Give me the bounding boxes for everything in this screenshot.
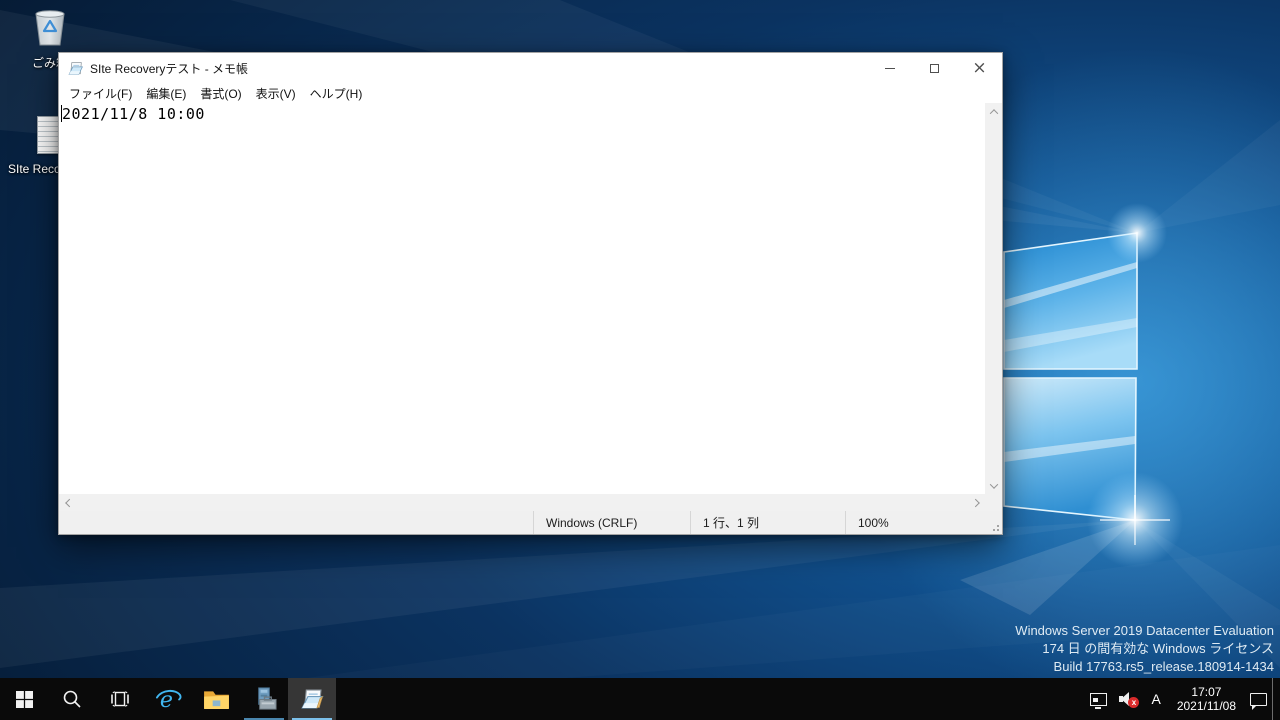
document-text: 2021/11/8 10:00 [62,105,205,123]
task-view-button[interactable] [96,678,144,720]
chevron-left-icon [64,498,74,507]
watermark-line-1: Windows Server 2019 Datacenter Evaluatio… [1015,623,1274,638]
close-icon: × [972,57,987,78]
mute-badge: x [1128,697,1140,708]
chevron-up-icon [989,108,998,118]
search-icon [63,690,81,708]
scroll-up-button[interactable] [985,103,1002,120]
title-bar[interactable]: SIte Recoveryテスト - メモ帳 × [59,53,1002,83]
minimize-icon [884,67,895,69]
vertical-scrollbar[interactable] [985,103,1002,494]
server-manager-button[interactable] [240,678,288,720]
resize-grip[interactable] [997,529,999,531]
scroll-left-button[interactable] [59,494,76,511]
status-spacer [59,511,533,534]
watermark-line-3: Build 17763.rs5_release.180914-1434 [1053,659,1274,674]
file-explorer-button[interactable] [192,678,240,720]
notepad-text-area[interactable]: 2021/11/8 10:00 [59,103,985,494]
start-button[interactable] [0,678,48,720]
action-center-icon [1250,692,1267,710]
scroll-right-button[interactable] [968,494,985,511]
close-button[interactable]: × [957,53,1002,83]
status-cursor-position: 1 行、1 列 [690,511,845,534]
network-icon [1090,692,1108,709]
notepad-window: SIte Recoveryテスト - メモ帳 × ファイル(F) 編集(E) 書… [58,52,1003,535]
clock-time: 17:07 [1191,685,1222,699]
menu-format[interactable]: 書式(O) [193,83,248,104]
desktop-watermark: Windows Server 2019 Datacenter Evaluatio… [1015,622,1274,676]
internet-explorer-icon: e [155,687,182,713]
clock-date: 2021/11/08 [1176,699,1236,713]
action-center-button[interactable] [1245,678,1272,720]
status-line-ending: Windows (CRLF) [533,511,690,534]
recycle-bin-icon [35,10,65,46]
notepad-icon [68,61,84,75]
status-bar: Windows (CRLF) 1 行、1 列 100% [59,511,1002,534]
status-zoom-level: 100% [845,511,1002,534]
internet-explorer-button[interactable]: e [144,678,192,720]
network-tray-button[interactable] [1085,678,1112,720]
chevron-down-icon [989,479,998,489]
menu-bar: ファイル(F) 編集(E) 書式(O) 表示(V) ヘルプ(H) [59,83,1002,103]
taskbar: e x A 17:07 2021/11/08 [0,678,1280,720]
file-explorer-icon [203,690,229,709]
ime-indicator[interactable]: A [1144,678,1167,720]
menu-view[interactable]: 表示(V) [249,83,303,104]
maximize-button[interactable] [912,53,957,83]
maximize-icon [930,63,939,73]
window-title: SIte Recoveryテスト - メモ帳 [90,61,249,76]
scroll-down-button[interactable] [985,477,1002,494]
text-file-icon [37,116,59,154]
volume-muted-icon: x [1117,691,1140,708]
show-desktop-button[interactable] [1272,678,1280,720]
scrollbar-corner [985,494,1002,511]
notepad-icon [301,689,324,709]
taskbar-clock[interactable]: 17:07 2021/11/08 [1168,678,1245,720]
task-view-icon [111,691,129,707]
watermark-line-2: 174 日 の間有効な Windows ライセンス [1042,641,1274,656]
server-manager-icon [257,686,277,710]
volume-tray-button[interactable]: x [1112,678,1144,720]
desktop: ごみ箱 SIte Recov Windows Server 2019 Datac… [0,0,1280,720]
system-tray: x A 17:07 2021/11/08 [1085,678,1280,720]
minimize-button[interactable] [867,53,912,83]
windows-logo-icon [15,690,33,708]
horizontal-scrollbar[interactable] [59,494,1002,511]
chevron-right-icon [970,498,980,507]
menu-edit[interactable]: 編集(E) [139,83,193,104]
menu-help[interactable]: ヘルプ(H) [303,83,370,104]
menu-file[interactable]: ファイル(F) [62,83,139,104]
notepad-taskbar-button[interactable] [288,678,336,720]
search-button[interactable] [48,678,96,720]
horizontal-scroll-track[interactable] [76,494,968,511]
